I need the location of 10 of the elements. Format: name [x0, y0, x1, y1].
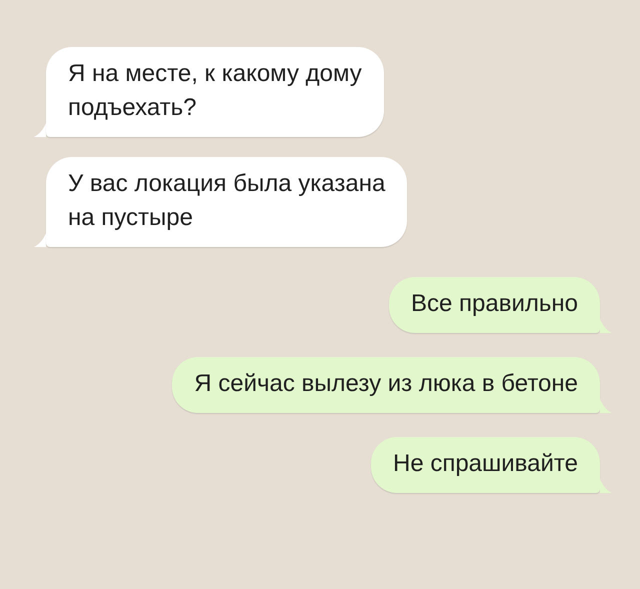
- message-bubble: Я сейчас вылезу из люка в бетоне: [172, 357, 600, 413]
- message-bubble: Я на месте, к какому дому подъехать?: [46, 47, 384, 137]
- bubble-tail: [600, 399, 612, 413]
- bubble-tail: [34, 233, 46, 247]
- bubble-tail: [600, 319, 612, 333]
- bubble-tail: [34, 123, 46, 137]
- message-bubble: У вас локация была указана на пустыре: [46, 157, 408, 247]
- message-bubble: Не спрашивайте: [370, 437, 600, 493]
- bubble-tail: [600, 479, 612, 493]
- message-bubble: Все правильно: [389, 277, 600, 333]
